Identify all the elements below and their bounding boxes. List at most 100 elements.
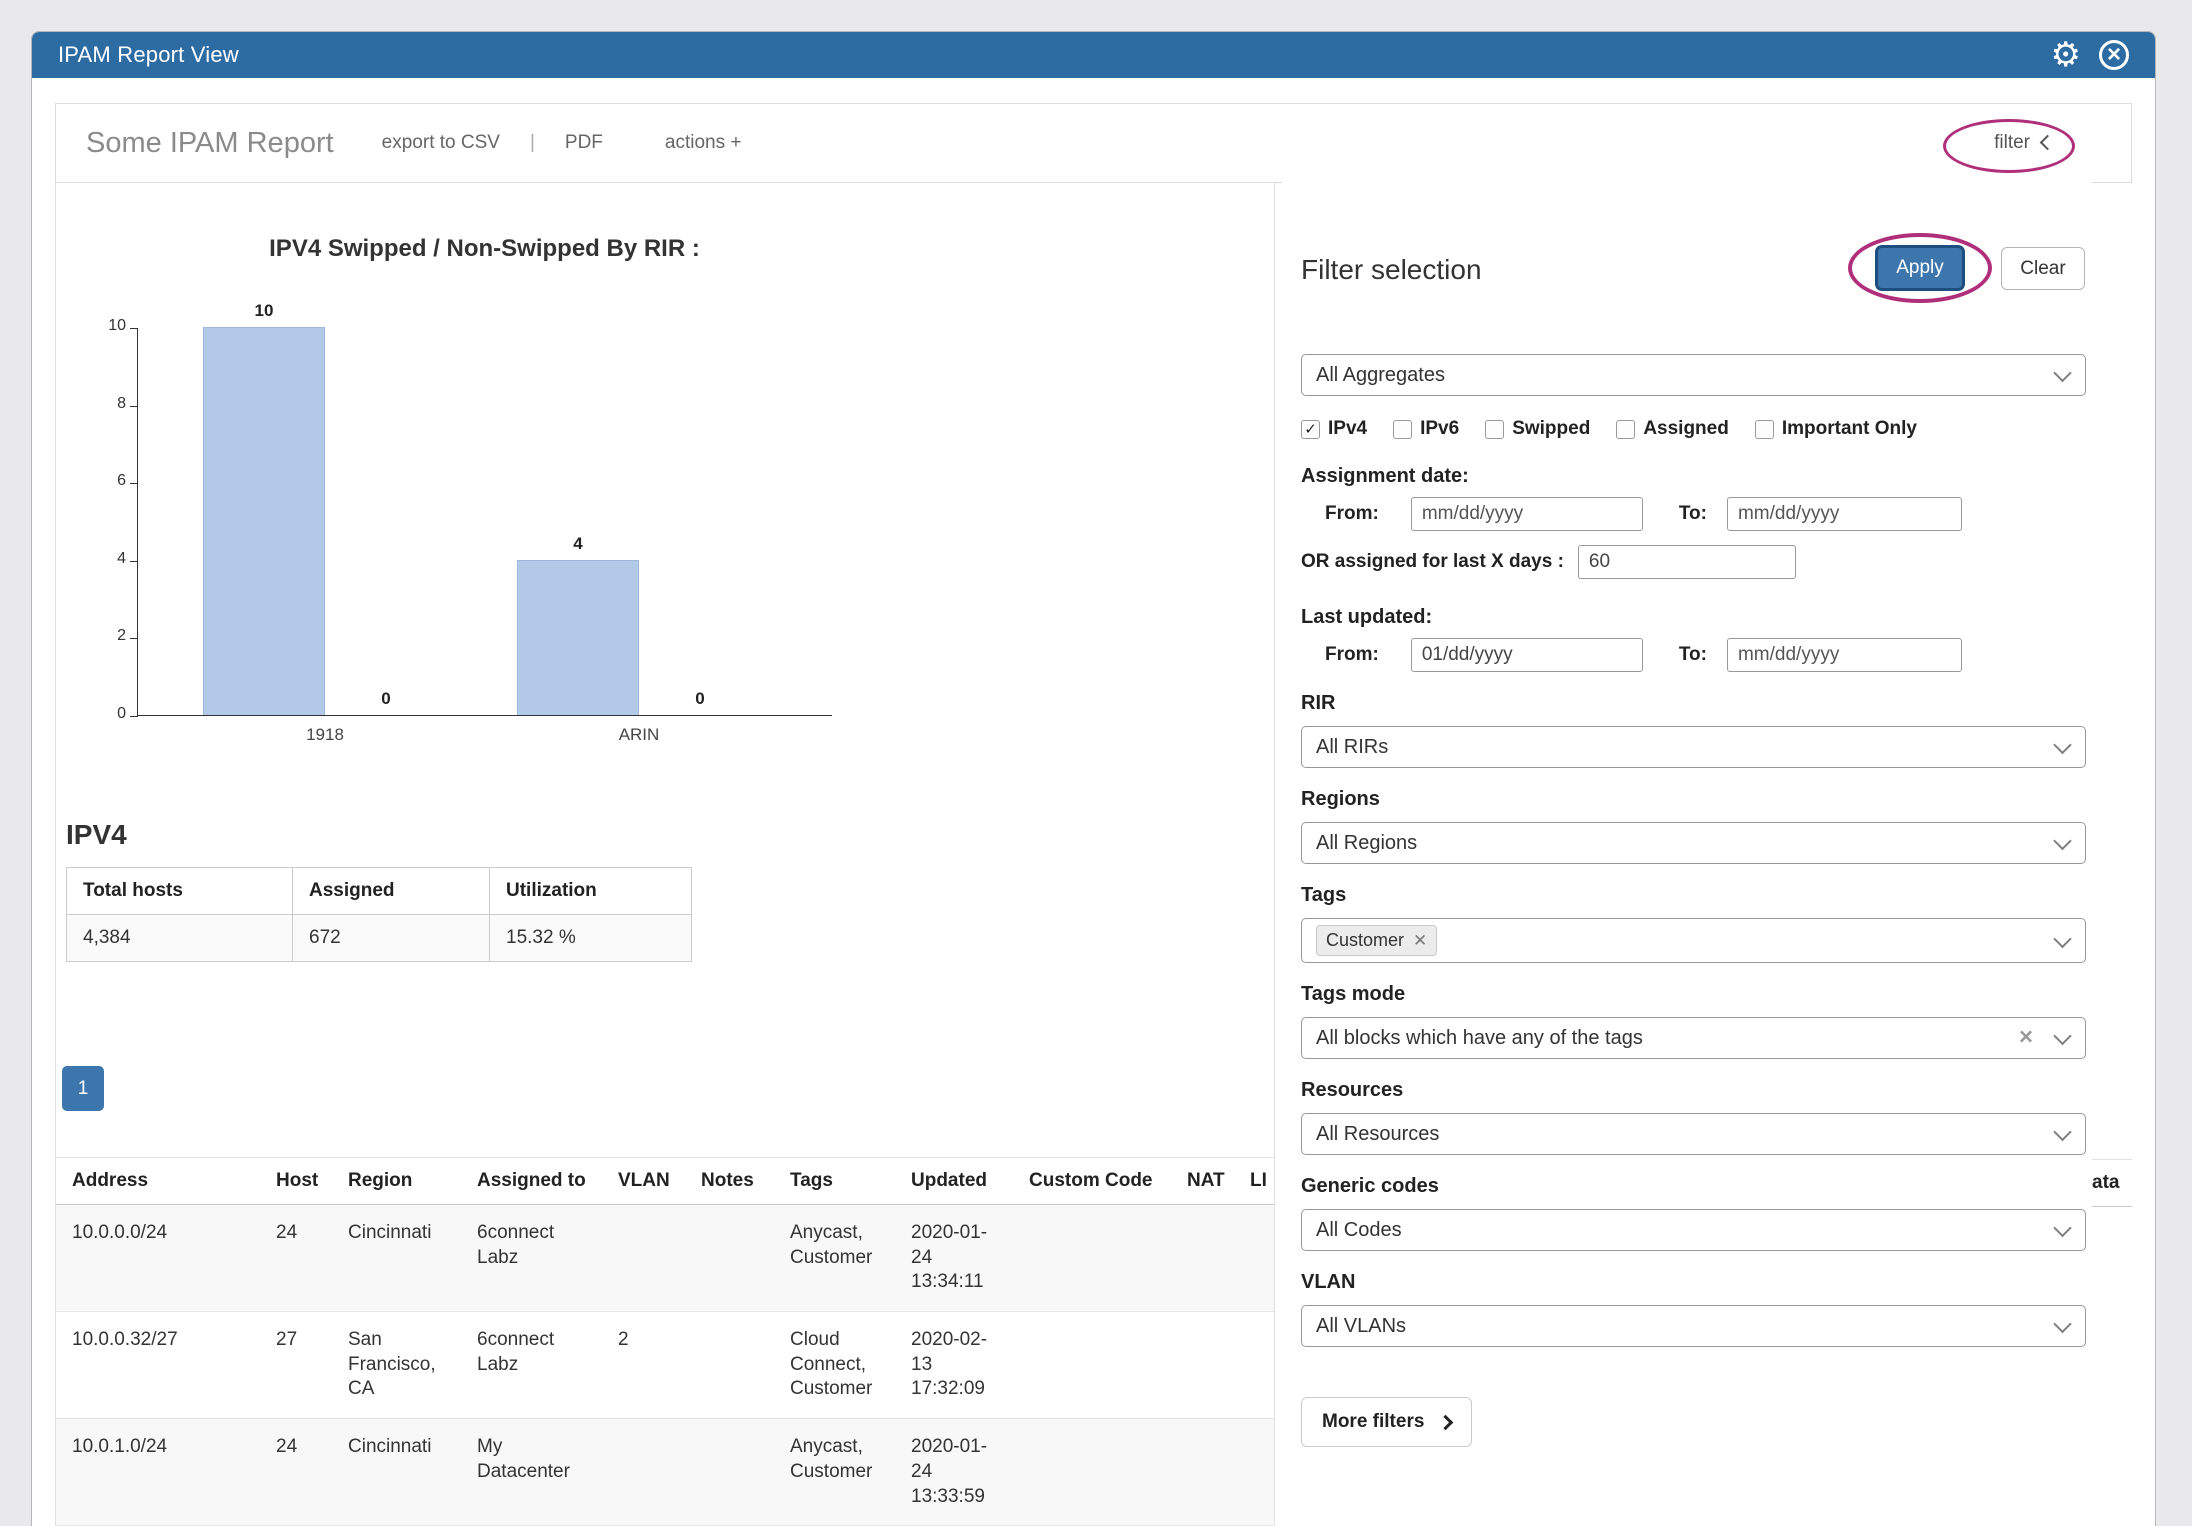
codes-select[interactable]: All Codes xyxy=(1301,1209,2086,1251)
col-region: Region xyxy=(334,1158,463,1205)
pdf-link[interactable]: PDF xyxy=(565,132,603,154)
apply-button[interactable]: Apply xyxy=(1875,245,1965,291)
chevron-down-icon xyxy=(2053,929,2071,947)
important-only-checkbox[interactable]: Important Only xyxy=(1755,418,1917,440)
chevron-left-icon xyxy=(2040,134,2056,150)
filter-panel: Filter selection Apply Clear All Aggrega… xyxy=(1282,182,2091,1526)
rir-chart: IPV4 Swipped / Non-Swipped By RIR : 0246… xyxy=(56,183,1274,783)
y-tick-mark xyxy=(130,561,138,562)
col-address: Address xyxy=(56,1158,262,1205)
cell-tags: Anycast, Customer xyxy=(776,1419,897,1526)
col-nat: NAT xyxy=(1173,1158,1236,1205)
to-label: To: xyxy=(1679,644,1707,666)
rir-select[interactable]: All RIRs xyxy=(1301,726,2086,768)
ipv4-checkbox[interactable]: ✓ IPv4 xyxy=(1301,418,1367,440)
generic-codes-label: Generic codes xyxy=(1301,1175,2086,1198)
chart-bar-1918 xyxy=(203,327,325,715)
cell-nat xyxy=(1173,1205,1236,1312)
col-assigned-to: Assigned to xyxy=(463,1158,604,1205)
gear-icon[interactable]: ⚙ xyxy=(2051,38,2081,72)
y-tick-label: 8 xyxy=(66,395,126,413)
rir-label: RIR xyxy=(1301,692,2086,715)
checkbox-box xyxy=(1393,420,1412,439)
remove-tag-icon[interactable]: ✕ xyxy=(1413,932,1427,949)
tags-select[interactable]: Customer ✕ xyxy=(1301,918,2086,963)
main-area: IPV4 Swipped / Non-Swipped By RIR : 0246… xyxy=(55,182,2132,1526)
summary-total-hosts: 4,384 xyxy=(67,915,293,962)
updated-to-input[interactable] xyxy=(1727,638,1962,672)
bar-value-label: 0 xyxy=(640,689,760,709)
checkbox-box xyxy=(1485,420,1504,439)
actions-menu[interactable]: actions + xyxy=(665,132,742,154)
x-category-label: ARIN xyxy=(539,725,739,745)
regions-select[interactable]: All Regions xyxy=(1301,822,2086,864)
close-icon[interactable]: × xyxy=(2099,40,2129,70)
cell-custom-code xyxy=(1015,1419,1173,1526)
chart-bar-arin xyxy=(517,560,639,715)
cell-vlan xyxy=(604,1419,687,1526)
chevron-down-icon xyxy=(2053,364,2071,382)
regions-select-value: All Regions xyxy=(1316,832,1417,855)
clear-selection-icon[interactable]: × xyxy=(2019,1026,2033,1050)
aggregates-select[interactable]: All Aggregates xyxy=(1301,354,2086,396)
report-title: Some IPAM Report xyxy=(86,127,334,160)
y-tick-label: 0 xyxy=(66,705,126,723)
bar-value-label: 4 xyxy=(517,534,639,554)
summary-value-row: 4,384 672 15.32 % xyxy=(67,915,692,962)
col-host: Host xyxy=(262,1158,334,1205)
assignment-to-input[interactable] xyxy=(1727,497,1962,531)
more-filters-button[interactable]: More filters xyxy=(1301,1397,1472,1447)
cell-region: San Francisco, CA xyxy=(334,1312,463,1419)
updated-from-input[interactable] xyxy=(1411,638,1643,672)
y-tick-mark xyxy=(130,483,138,484)
col-li-clipped: LI xyxy=(1236,1158,1275,1205)
page-1-button[interactable]: 1 xyxy=(62,1066,104,1111)
cell-region: Cincinnati xyxy=(334,1419,463,1526)
resources-select[interactable]: All Resources xyxy=(1301,1113,2086,1155)
ipam-report-window: IPAM Report View ⚙ × Some IPAM Report ex… xyxy=(31,31,2156,1526)
cell-host: 27 xyxy=(262,1312,334,1419)
clear-button[interactable]: Clear xyxy=(2001,247,2085,290)
x-category-label: 1918 xyxy=(225,725,425,745)
resources-label: Resources xyxy=(1301,1079,2086,1102)
cell-updated: 2020-02-13 17:32:09 xyxy=(897,1312,1015,1419)
cell-assigned-to: 6connect Labz xyxy=(463,1312,604,1419)
y-tick-label: 2 xyxy=(66,627,126,645)
codes-select-value: All Codes xyxy=(1316,1219,1402,1242)
assignment-from-input[interactable] xyxy=(1411,497,1643,531)
ipv6-checkbox[interactable]: IPv6 xyxy=(1393,418,1459,440)
checkbox-box-checked: ✓ xyxy=(1301,420,1320,439)
cell-address: 10.0.0.0/24 xyxy=(56,1205,262,1312)
filter-toggle[interactable]: filter xyxy=(1994,132,2053,154)
assigned-last-days-input[interactable] xyxy=(1578,545,1796,579)
y-tick-label: 4 xyxy=(66,550,126,568)
cell-assigned-to: 6connect Labz xyxy=(463,1205,604,1312)
export-csv-link[interactable]: export to CSV xyxy=(382,132,500,154)
assigned-checkbox[interactable]: Assigned xyxy=(1616,418,1729,440)
tags-mode-select[interactable]: All blocks which have any of the tags × xyxy=(1301,1017,2086,1059)
chevron-down-icon xyxy=(2053,1315,2071,1333)
col-vlan: VLAN xyxy=(604,1158,687,1205)
chevron-down-icon xyxy=(2053,1123,2071,1141)
table-row: 10.0.0.0/24 24 Cincinnati 6connect Labz … xyxy=(56,1205,1275,1312)
last-updated-row: From: To: xyxy=(1301,638,2086,672)
vlan-select[interactable]: All VLANs xyxy=(1301,1305,2086,1347)
table-row: 10.0.1.0/24 24 Cincinnati My Datacenter … xyxy=(56,1419,1275,1526)
more-filters-label: More filters xyxy=(1322,1411,1424,1433)
regions-label: Regions xyxy=(1301,788,2086,811)
y-tick-label: 6 xyxy=(66,472,126,490)
cell-notes xyxy=(687,1205,776,1312)
chart-plot: 0246810100191840ARIN xyxy=(137,328,832,716)
cell-assigned-to: My Datacenter xyxy=(463,1419,604,1526)
swipped-checkbox[interactable]: Swipped xyxy=(1485,418,1590,440)
checkbox-box xyxy=(1616,420,1635,439)
y-tick-mark xyxy=(130,638,138,639)
chevron-down-icon xyxy=(2053,832,2071,850)
cell-updated: 2020-01-24 13:34:11 xyxy=(897,1205,1015,1312)
col-notes: Notes xyxy=(687,1158,776,1205)
summary-col-utilization: Utilization xyxy=(490,868,692,915)
cell-updated: 2020-01-24 13:33:59 xyxy=(897,1419,1015,1526)
table-row: 10.0.0.32/27 27 San Francisco, CA 6conne… xyxy=(56,1312,1275,1419)
cell-notes xyxy=(687,1419,776,1526)
toolbar-separator: | xyxy=(530,132,535,154)
